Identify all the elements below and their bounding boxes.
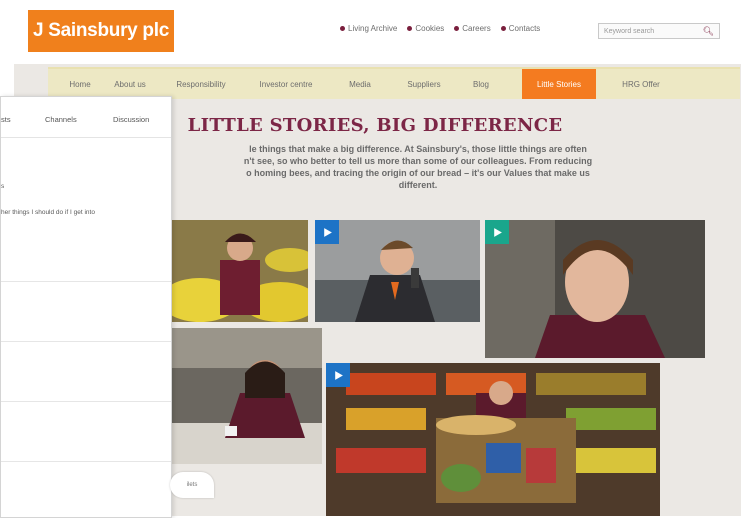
list-item[interactable]: s her things I should do if I get into — [1, 137, 171, 282]
top-link-label: Cookies — [415, 24, 445, 33]
portrait-photo — [485, 220, 705, 358]
video-tile-colleague-portrait[interactable] — [485, 220, 705, 358]
tab-discussion[interactable]: Discussion — [113, 115, 149, 124]
tab-channels[interactable]: Channels — [45, 115, 77, 124]
search-icon[interactable]: 🔍︎ — [703, 26, 714, 37]
nav-item-little-stories[interactable]: Little Stories — [522, 69, 596, 99]
bananas-photo — [170, 220, 308, 322]
bullet-icon — [407, 26, 413, 31]
bullet-icon — [500, 26, 506, 31]
page-title: LITTLE STORIES, BIG DIFFERENCE — [187, 115, 563, 136]
nav-item-responsibility[interactable]: Responsibility — [164, 69, 238, 99]
intro-line: n't see, so who better to tell us more t… — [243, 156, 593, 166]
nav-item-about[interactable]: About us — [104, 69, 156, 99]
video-tile-colleague-cafe[interactable] — [170, 328, 322, 464]
top-link-cookies[interactable]: Cookies — [407, 24, 444, 33]
list-item-preview: her things I should do if I get into — [1, 209, 95, 216]
search-input[interactable]: Keyword search 🔍︎ — [598, 23, 720, 39]
video-tile-bananas[interactable] — [170, 220, 308, 322]
video-tile-produce-aisle[interactable] — [326, 363, 660, 516]
intro-line: le things that make a big difference. At… — [249, 144, 587, 154]
chat-bubble[interactable]: ilets — [170, 472, 214, 498]
search-placeholder: Keyword search — [604, 27, 655, 35]
nav-item-hrg-offer[interactable]: HRG Offer — [614, 69, 668, 99]
panel-tabs: sts Channels Discussion — [1, 97, 171, 138]
top-link-contacts[interactable]: Contacts — [500, 24, 541, 33]
nav-item-suppliers[interactable]: Suppliers — [394, 69, 454, 99]
nav-item-home[interactable]: Home — [58, 69, 102, 99]
list-item[interactable] — [1, 402, 171, 462]
video-tile-colleague-speaking[interactable] — [315, 220, 480, 322]
play-icon[interactable] — [315, 220, 339, 244]
bullet-icon — [454, 26, 460, 31]
intro-text: le things that make a big difference. At… — [168, 143, 668, 191]
play-icon[interactable] — [485, 220, 509, 244]
list-item-title: s — [1, 183, 5, 190]
top-link-careers[interactable]: Careers — [454, 24, 491, 33]
play-icon[interactable] — [326, 363, 350, 387]
side-panel: sts Channels Discussion s her things I s… — [0, 96, 172, 518]
main-nav: Home About us Responsibility Investor ce… — [48, 67, 740, 99]
top-link-label: Living Archive — [348, 24, 398, 33]
nav-item-blog[interactable]: Blog — [462, 69, 500, 99]
intro-line: different. — [398, 180, 438, 190]
intro-line: o homing bees, and tracing the origin of… — [246, 168, 590, 178]
produce-photo — [326, 363, 660, 516]
bullet-icon — [340, 26, 345, 31]
list-item[interactable] — [1, 342, 171, 402]
top-link-label: Careers — [462, 24, 491, 33]
top-link-living-archive[interactable]: Living Archive — [340, 24, 397, 33]
nav-item-media[interactable]: Media — [338, 69, 382, 99]
sainsbury-logo[interactable]: J Sainsbury plc — [28, 10, 174, 52]
list-item[interactable] — [1, 282, 171, 342]
top-link-label: Contacts — [508, 24, 541, 33]
cafe-photo — [170, 328, 322, 464]
colleague-photo — [315, 220, 480, 322]
top-links: Living Archive Cookies Careers Contacts — [340, 24, 540, 33]
tab-posts[interactable]: sts — [1, 115, 11, 124]
nav-item-investor[interactable]: Investor centre — [246, 69, 326, 99]
